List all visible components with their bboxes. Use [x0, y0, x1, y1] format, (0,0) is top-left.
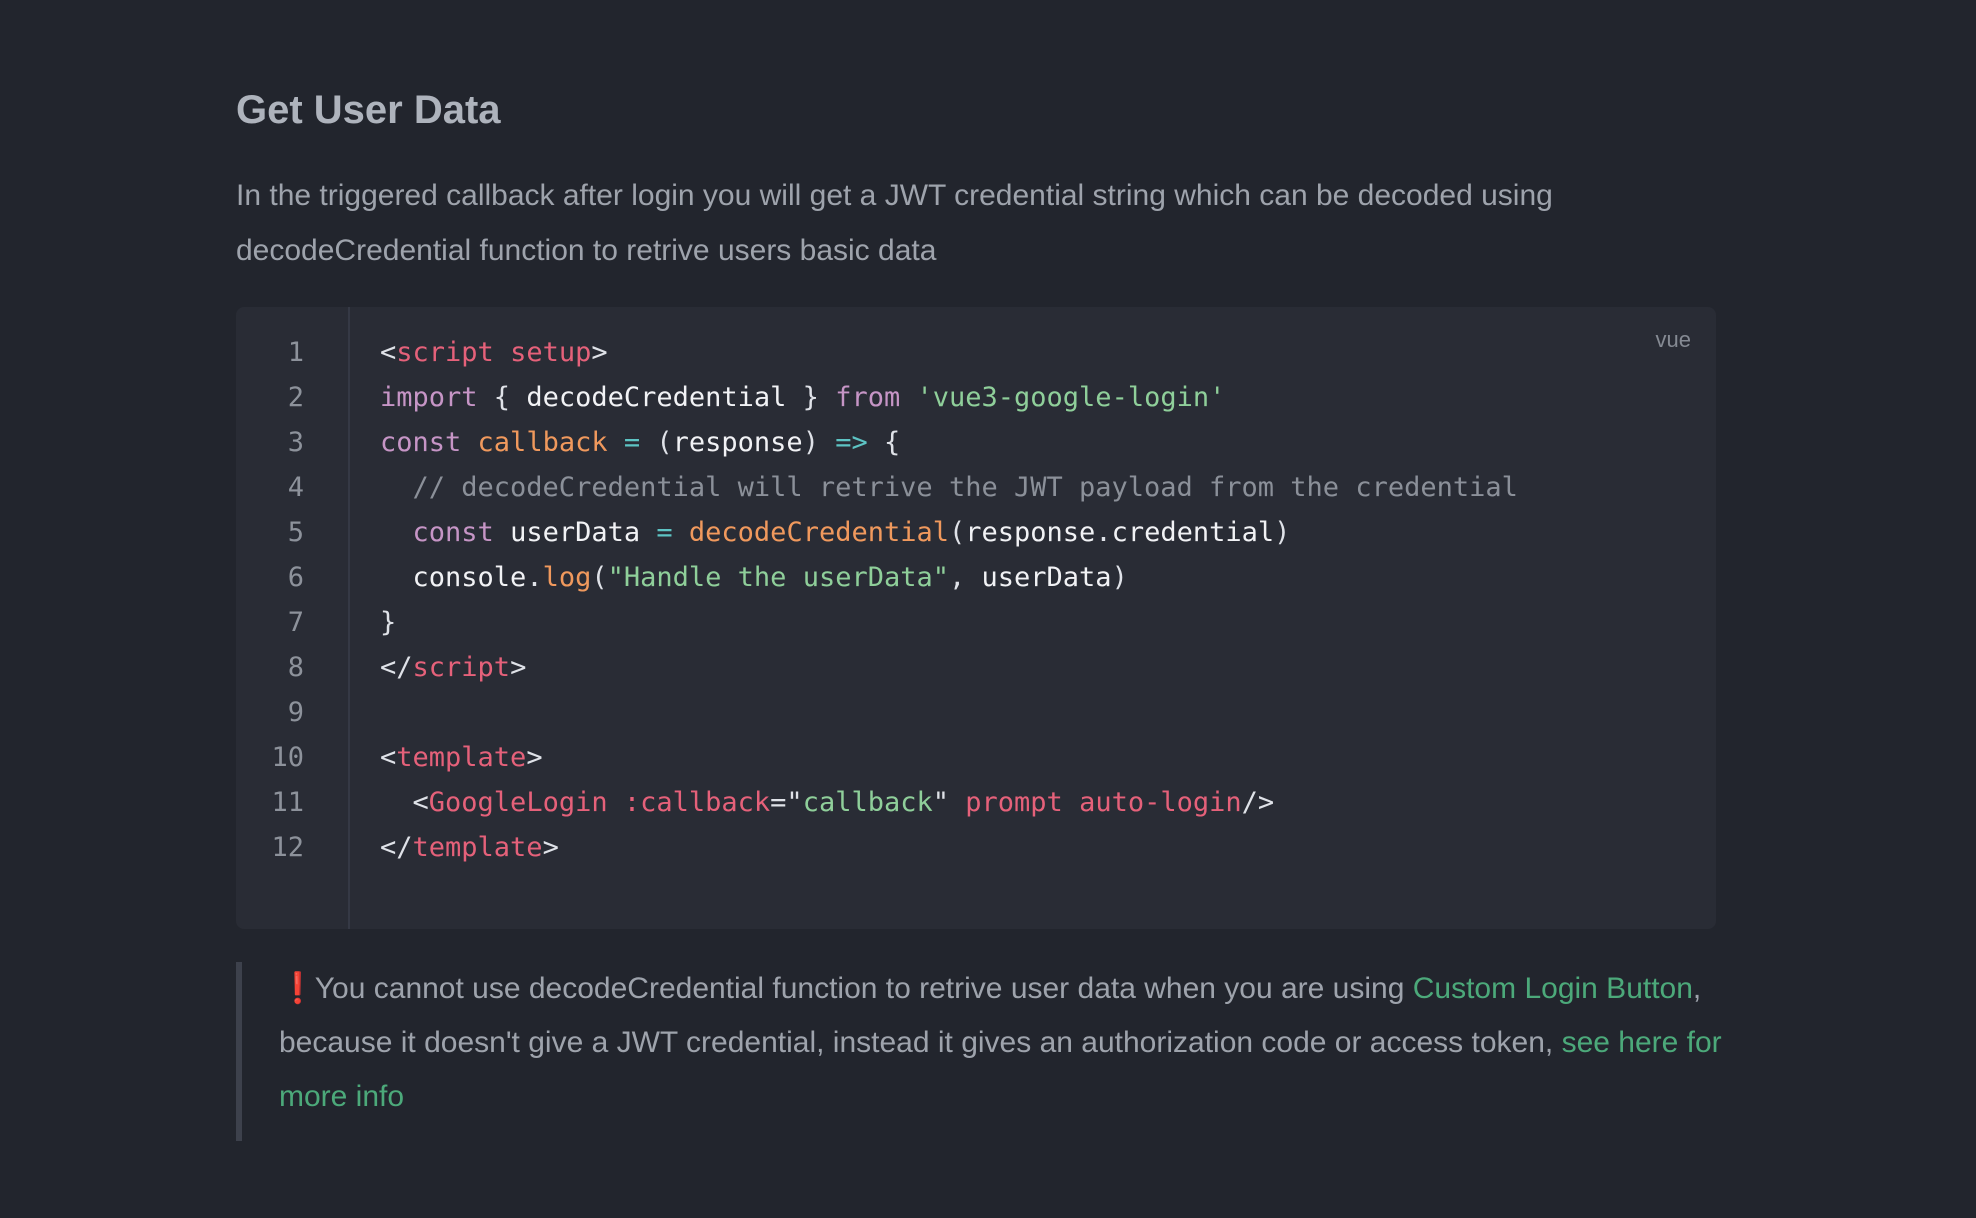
code-token: </ [380, 652, 413, 683]
code-token: GoogleLogin [428, 787, 608, 818]
callout-text: ❗ You cannot use decodeCredential functi… [279, 962, 1729, 1124]
code-line: const userData = decodeCredential(respon… [380, 510, 1291, 555]
code-token: decodeCredential [688, 517, 949, 548]
code-token: decodeCredential [526, 382, 787, 413]
code-token: . [526, 562, 543, 593]
code-token: userData [981, 562, 1112, 593]
callout-text-before: You cannot use decodeCredential function… [307, 972, 1413, 1005]
code-line: <script setup> [380, 330, 608, 375]
code-token: script [396, 337, 494, 368]
code-line: <GoogleLogin :callback="callback" prompt… [380, 780, 1275, 825]
code-token: ( [591, 562, 608, 593]
code-token: < [380, 787, 429, 818]
line-number: 7 [287, 607, 304, 638]
code-token: . [1095, 517, 1112, 548]
code-token: > [591, 337, 608, 368]
code-token: < [380, 742, 397, 773]
line-number-gutter: 1 2 3 4 5 6 7 8 9 10 11 12 [236, 307, 350, 929]
code-token: , [949, 562, 982, 593]
code-line: console.log("Handle the userData", userD… [380, 555, 1128, 600]
code-token: const [412, 517, 494, 548]
code-token: auto-login [1079, 787, 1242, 818]
line-number: 9 [287, 697, 304, 728]
custom-login-button-link[interactable]: Custom Login Button [1413, 972, 1693, 1005]
exclamation-icon: ❗ [279, 972, 317, 1005]
code-token: } [786, 382, 836, 413]
code-token: script [412, 652, 511, 683]
code-line: import { decodeCredential } from 'vue3-g… [380, 375, 1225, 420]
code-line: } [380, 600, 396, 645]
code-token: { [867, 427, 901, 458]
code-token: = [623, 427, 641, 458]
section-description: In the triggered callback after login yo… [236, 179, 1553, 267]
section-title: Get User Data [236, 88, 501, 132]
code-token: callback [802, 787, 933, 818]
code-token: "Handle the userData" [607, 562, 949, 593]
code-token: response [965, 517, 1096, 548]
line-number: 12 [271, 832, 304, 863]
line-number: 11 [271, 787, 304, 818]
line-number: 1 [287, 337, 304, 368]
code-token: > [510, 652, 527, 683]
code-token: credential [1111, 517, 1275, 548]
code-token: } [380, 607, 397, 638]
code-token: /> [1241, 787, 1275, 818]
code-token: callback [477, 427, 608, 458]
code-token: template [412, 832, 543, 863]
code-token: 'vue3-google-login' [916, 382, 1226, 413]
code-line: </template> [380, 825, 559, 870]
code-token: { [477, 382, 527, 413]
code-token: :callback [623, 787, 771, 818]
code-token: template [396, 742, 527, 773]
code-token: = [656, 517, 673, 548]
code-token: from [835, 382, 901, 413]
code-line: const callback = (response) => { [380, 420, 900, 465]
code-line: <template> [380, 735, 543, 780]
code-token: => [835, 427, 868, 458]
code-token: // decodeCredential will retrive the JWT… [380, 472, 1518, 503]
code-token: setup [510, 337, 592, 368]
line-number: 8 [287, 652, 304, 683]
code-token: userData [510, 517, 641, 548]
code-block: 1 2 3 4 5 6 7 8 9 10 11 12 vue <script setup> import… [236, 307, 1716, 929]
code-token: response [672, 427, 803, 458]
code-token: ( [949, 517, 966, 548]
code-token: log [542, 562, 592, 593]
code-token: const [380, 427, 462, 458]
code-token: < [380, 337, 397, 368]
code-token: import [380, 382, 478, 413]
warning-callout: ❗ You cannot use decodeCredential functi… [236, 962, 1722, 1141]
code-line: // decodeCredential will retrive the JWT… [380, 465, 1518, 510]
code-token: > [542, 832, 559, 863]
code-token: ) [802, 427, 836, 458]
code-token: ) [1274, 517, 1291, 548]
code-token: > [526, 742, 543, 773]
line-number: 4 [287, 472, 304, 503]
line-number: 10 [271, 742, 304, 773]
code-token: prompt [965, 787, 1063, 818]
code-token: " [932, 787, 966, 818]
code-token: ( [640, 427, 673, 458]
line-number: 6 [287, 562, 304, 593]
code-token: </ [380, 832, 413, 863]
code-language-label: vue [1655, 327, 1691, 352]
line-number: 5 [287, 517, 304, 548]
line-number: 2 [287, 382, 304, 413]
line-number: 3 [287, 427, 304, 458]
code-line: </script> [380, 645, 526, 690]
code-token: console [412, 562, 527, 593]
code-token: =" [770, 787, 803, 818]
code-token: ) [1111, 562, 1128, 593]
